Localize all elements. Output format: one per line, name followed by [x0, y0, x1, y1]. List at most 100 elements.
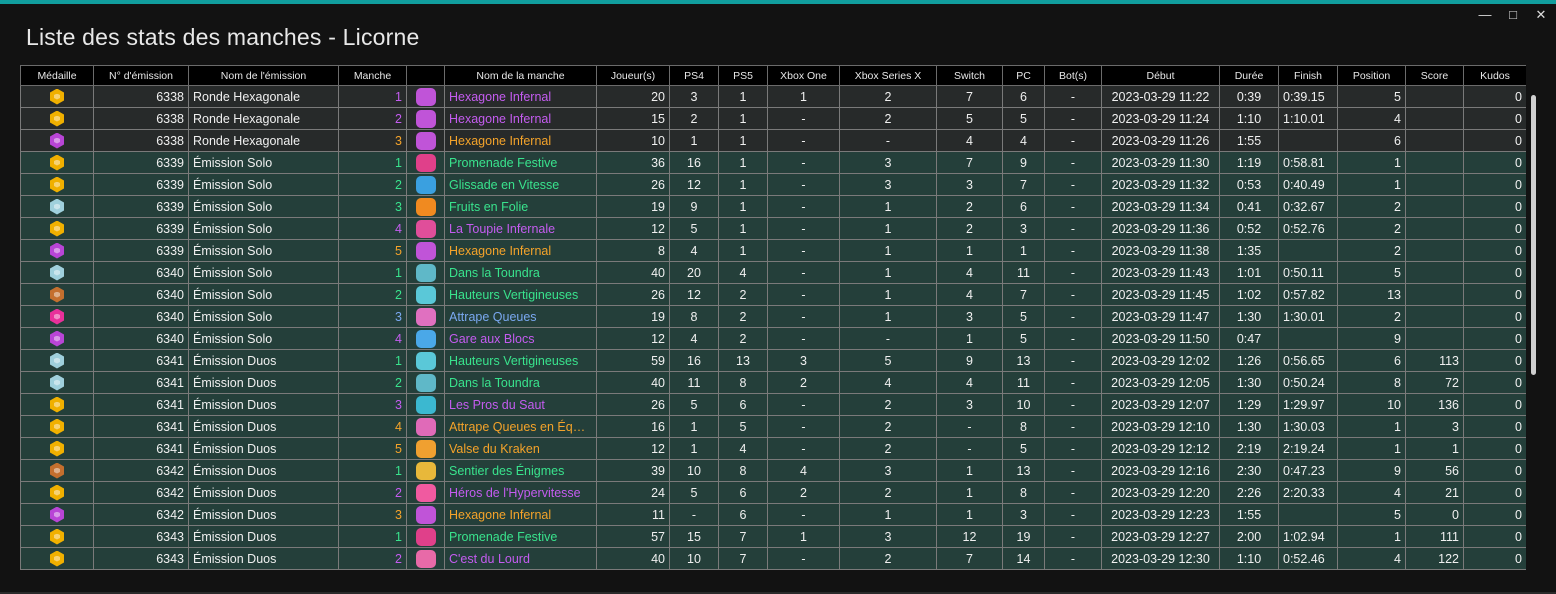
- header-switch[interactable]: Switch: [936, 65, 1003, 86]
- show-id-cell: 6338: [93, 85, 189, 108]
- show-name-cell: Émission Solo: [188, 283, 339, 306]
- header-finish[interactable]: Finish: [1278, 65, 1338, 86]
- round-number-cell: 3: [338, 393, 407, 416]
- medal-cell: [20, 437, 94, 460]
- hexagone-infernal-icon: [415, 109, 436, 128]
- round-number-cell: 3: [338, 195, 407, 218]
- table-row[interactable]: 6341 Émission Duos 5 Valse du Kraken 12 1 4-2-…: [20, 437, 1526, 460]
- finish-cell: 0:52.76: [1278, 217, 1338, 240]
- table-row[interactable]: 6340 Émission Solo 4 Gare aux Blocs 12 4 2- -1 5…: [20, 327, 1526, 350]
- table-row[interactable]: 6340 Émission Solo 1 Dans la Toundra 40 20 4-1…: [20, 261, 1526, 284]
- header-start[interactable]: Début: [1101, 65, 1220, 86]
- table-row[interactable]: 6338 Ronde Hexagonale 1 Hexagone Infernal 20…: [20, 85, 1526, 108]
- header-score[interactable]: Score: [1405, 65, 1464, 86]
- switch-cell: -: [936, 415, 1003, 438]
- header-xbox-one[interactable]: Xbox One: [767, 65, 840, 86]
- xbox-series-x-cell: 3: [839, 173, 937, 196]
- header-round-name[interactable]: Nom de la manche: [444, 65, 597, 86]
- header-medal[interactable]: Médaille: [20, 65, 94, 86]
- start-cell: 2023-03-29 11:45: [1101, 283, 1220, 306]
- round-name-cell: Promenade Festive: [444, 151, 597, 174]
- ps5-cell: 4: [718, 261, 768, 284]
- pc-cell: 5: [1002, 327, 1045, 350]
- header-round-icon[interactable]: [406, 65, 445, 86]
- pc-cell: 9: [1002, 151, 1045, 174]
- ps4-cell: 12: [669, 283, 719, 306]
- table-row[interactable]: 6338 Ronde Hexagonale 3 Hexagone Infernal 10…: [20, 129, 1526, 152]
- minimize-icon[interactable]: —: [1478, 8, 1492, 22]
- show-name-cell: Émission Duos: [188, 437, 339, 460]
- header-duration[interactable]: Durée: [1219, 65, 1279, 86]
- xbox-one-cell: -: [767, 195, 840, 218]
- players-cell: 8: [596, 239, 670, 262]
- show-name-cell: Émission Duos: [188, 459, 339, 482]
- table-row[interactable]: 6339 Émission Solo 5 Hexagone Infernal 8 4 1-1…: [20, 239, 1526, 262]
- close-icon[interactable]: ✕: [1534, 8, 1548, 22]
- header-show-id[interactable]: N° d'émission: [93, 65, 189, 86]
- start-cell: 2023-03-29 11:38: [1101, 239, 1220, 262]
- attrape-queues-icon: [415, 307, 436, 326]
- medal-cell: [20, 349, 94, 372]
- ps4-cell: 5: [669, 217, 719, 240]
- table-row[interactable]: 6342 Émission Duos 1 Sentier des Énigmes 39 1…: [20, 459, 1526, 482]
- table-row[interactable]: 6340 Émission Solo 3 Attrape Queues 19 8 2-1 3 5…: [20, 305, 1526, 328]
- table-row[interactable]: 6342 Émission Duos 3 Hexagone Infernal 11-6-…: [20, 503, 1526, 526]
- hexagone-infernal-icon: [415, 505, 436, 524]
- medal-cell: [20, 85, 94, 108]
- table-row[interactable]: 6341 Émission Duos 1 Hauteurs Vertigineuses…: [20, 349, 1526, 372]
- header-ps5[interactable]: PS5: [718, 65, 768, 86]
- show-name-cell: Émission Duos: [188, 547, 339, 570]
- header-bots[interactable]: Bot(s): [1044, 65, 1102, 86]
- ps4-cell: 2: [669, 107, 719, 130]
- bots-cell: -: [1044, 525, 1102, 548]
- round-name-cell: Hauteurs Vertigineuses: [444, 283, 597, 306]
- table-row[interactable]: 6341 Émission Duos 3 Les Pros du Saut 26 5 6-2…: [20, 393, 1526, 416]
- stats-grid[interactable]: Médaille N° d'émission Nom de l'émission Ma…: [20, 65, 1526, 575]
- table-row[interactable]: 6341 Émission Duos 4 Attrape Queues en Équi…: [20, 415, 1526, 438]
- xbox-one-cell: -: [767, 305, 840, 328]
- xbox-series-x-cell: 3: [839, 151, 937, 174]
- xbox-series-x-cell: 2: [839, 415, 937, 438]
- table-row[interactable]: 6342 Émission Duos 2 Héros de l'Hypervitess…: [20, 481, 1526, 504]
- header-show-name[interactable]: Nom de l'émission: [188, 65, 339, 86]
- pc-cell: 8: [1002, 415, 1045, 438]
- header-xbox-series-x[interactable]: Xbox Series X: [839, 65, 937, 86]
- gold-medal-icon: [50, 396, 64, 413]
- round-number-cell: 2: [338, 283, 407, 306]
- score-cell: [1405, 129, 1464, 152]
- table-row[interactable]: 6341 Émission Duos 2 Dans la Toundra 40 11 8 2 4…: [20, 371, 1526, 394]
- gold-medal-icon: [50, 418, 64, 435]
- round-name-cell: Hexagone Infernal: [444, 239, 597, 262]
- switch-cell: 7: [936, 547, 1003, 570]
- score-cell: [1405, 283, 1464, 306]
- header-kudos[interactable]: Kudos: [1463, 65, 1526, 86]
- header-position[interactable]: Position: [1337, 65, 1406, 86]
- table-row[interactable]: 6339 Émission Solo 2 Glissade en Vitesse 26 1…: [20, 173, 1526, 196]
- header-ps4[interactable]: PS4: [669, 65, 719, 86]
- ps4-cell: 11: [669, 371, 719, 394]
- header-players[interactable]: Joueur(s): [596, 65, 670, 86]
- table-row[interactable]: 6343 Émission Duos 1 Promenade Festive 57 15 7…: [20, 525, 1526, 548]
- xbox-one-cell: -: [767, 239, 840, 262]
- switch-cell: 2: [936, 217, 1003, 240]
- table-row[interactable]: 6339 Émission Solo 3 Fruits en Folie 19 9 1-1 2…: [20, 195, 1526, 218]
- medal-cell: [20, 261, 94, 284]
- table-row[interactable]: 6339 Émission Solo 1 Promenade Festive 36 16 1…: [20, 151, 1526, 174]
- switch-cell: 1: [936, 459, 1003, 482]
- kudos-cell: 0: [1463, 415, 1526, 438]
- duration-cell: 2:26: [1219, 481, 1279, 504]
- window-title: Liste des stats des manches - Licorne: [26, 24, 420, 50]
- header-round[interactable]: Manche: [338, 65, 407, 86]
- xbox-series-x-cell: 2: [839, 107, 937, 130]
- maximize-icon[interactable]: □: [1506, 8, 1520, 22]
- pc-cell: 4: [1002, 129, 1045, 152]
- table-row[interactable]: 6340 Émission Solo 2 Hauteurs Vertigineuses…: [20, 283, 1526, 306]
- finish-cell: 0:50.24: [1278, 371, 1338, 394]
- table-row[interactable]: 6338 Ronde Hexagonale 2 Hexagone Infernal 15…: [20, 107, 1526, 130]
- vertical-scrollbar[interactable]: [1531, 95, 1536, 375]
- finish-cell: [1278, 239, 1338, 262]
- gold-medal-icon: [50, 88, 64, 105]
- table-row[interactable]: 6343 Émission Duos 2 C'est du Lourd 40 10 7-2 7…: [20, 547, 1526, 570]
- header-pc[interactable]: PC: [1002, 65, 1045, 86]
- table-row[interactable]: 6339 Émission Solo 4 La Toupie Infernale 12 5…: [20, 217, 1526, 240]
